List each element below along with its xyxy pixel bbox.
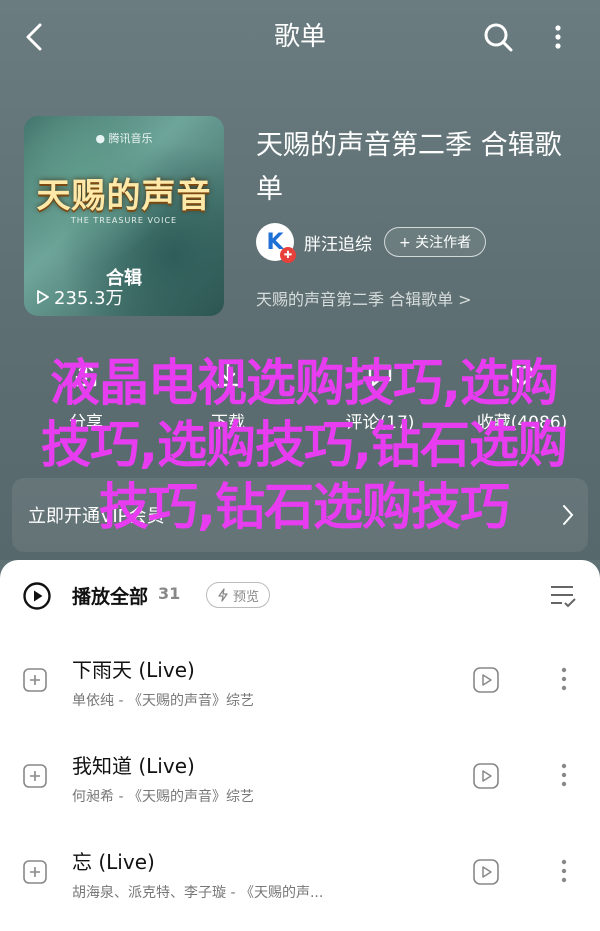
song-title: 下雨天 (Live) bbox=[72, 658, 195, 682]
song-row[interactable]: 忘 (Live) 胡海泉、派克特、李子璇 - 《天赐的声... bbox=[0, 824, 600, 920]
song-artist-album: 何昶希 - 《天赐的声音》综艺 bbox=[72, 789, 254, 805]
song-row[interactable]: 我知道 (Live) 何昶希 - 《天赐的声音》综艺 bbox=[0, 728, 600, 824]
song-artist-album: 胡海泉、派克特、李子璇 - 《天赐的声... bbox=[72, 885, 324, 901]
follow-author-button[interactable]: + 关注作者 bbox=[384, 227, 487, 257]
cover-brand-label: ● 腾讯音乐 bbox=[95, 132, 153, 145]
album-title: 天赐的声音第二季 合辑歌单 bbox=[256, 130, 562, 205]
artist-row: K ✚ 胖汪追综 + 关注作者 bbox=[256, 222, 487, 263]
preview-button[interactable]: 预览 bbox=[206, 582, 271, 608]
song-artist-album: 单依纯 - 《天赐的声音》综艺 bbox=[72, 693, 254, 709]
play-all-label[interactable]: 播放全部 bbox=[72, 582, 148, 609]
artist-name[interactable]: 胖汪追综 bbox=[304, 230, 372, 255]
album-description-link[interactable]: 天赐的声音第二季 合辑歌单 > bbox=[256, 286, 472, 310]
add-to-playlist-icon[interactable] bbox=[22, 859, 48, 885]
more-vertical-icon[interactable] bbox=[556, 856, 572, 886]
song-list-panel: 播放全部 31 预览 下雨天 (Live) 单依纯 - 《天赐的声音》综艺 我知… bbox=[0, 560, 600, 931]
verified-badge-icon: ✚ bbox=[280, 247, 296, 263]
top-nav-bar: 歌单 bbox=[0, 0, 600, 74]
more-vertical-icon[interactable] bbox=[548, 19, 568, 55]
song-row[interactable]: 下雨天 (Live) 单依纯 - 《天赐的声音》综艺 bbox=[0, 632, 600, 728]
play-mv-icon[interactable] bbox=[472, 762, 500, 790]
artist-avatar[interactable]: K ✚ bbox=[256, 223, 296, 263]
album-cover[interactable]: ● 腾讯音乐 天赐的声音 THE TREASURE VOICE 合辑 235.3… bbox=[24, 116, 224, 316]
play-mv-icon[interactable] bbox=[472, 858, 500, 886]
add-to-playlist-icon[interactable] bbox=[22, 667, 48, 693]
play-count-value: 235.3万 bbox=[54, 288, 124, 309]
preview-label: 预览 bbox=[233, 589, 260, 605]
watermark-overlay-text: 液晶电视选购技巧,选购技巧,选购技巧,钻石选购技巧,钻石选购技巧 bbox=[41, 354, 568, 536]
cover-logo-text: 天赐的声音 bbox=[36, 176, 212, 216]
more-vertical-icon[interactable] bbox=[556, 760, 572, 790]
song-count: 31 bbox=[158, 584, 181, 603]
play-circle-icon[interactable] bbox=[22, 581, 52, 611]
add-to-playlist-icon[interactable] bbox=[22, 763, 48, 789]
more-vertical-icon[interactable] bbox=[556, 664, 572, 694]
play-count: 235.3万 bbox=[36, 284, 124, 310]
multi-select-list-icon[interactable] bbox=[548, 582, 578, 610]
song-title: 忘 (Live) bbox=[72, 850, 155, 874]
play-mv-icon[interactable] bbox=[472, 666, 500, 694]
search-icon[interactable] bbox=[480, 19, 516, 55]
play-triangle-icon bbox=[37, 290, 49, 304]
cover-subtitle: THE TREASURE VOICE bbox=[70, 216, 178, 225]
song-title: 我知道 (Live) bbox=[72, 754, 195, 778]
song-list-header: 播放全部 31 预览 bbox=[0, 560, 600, 632]
lightning-icon bbox=[218, 588, 228, 602]
